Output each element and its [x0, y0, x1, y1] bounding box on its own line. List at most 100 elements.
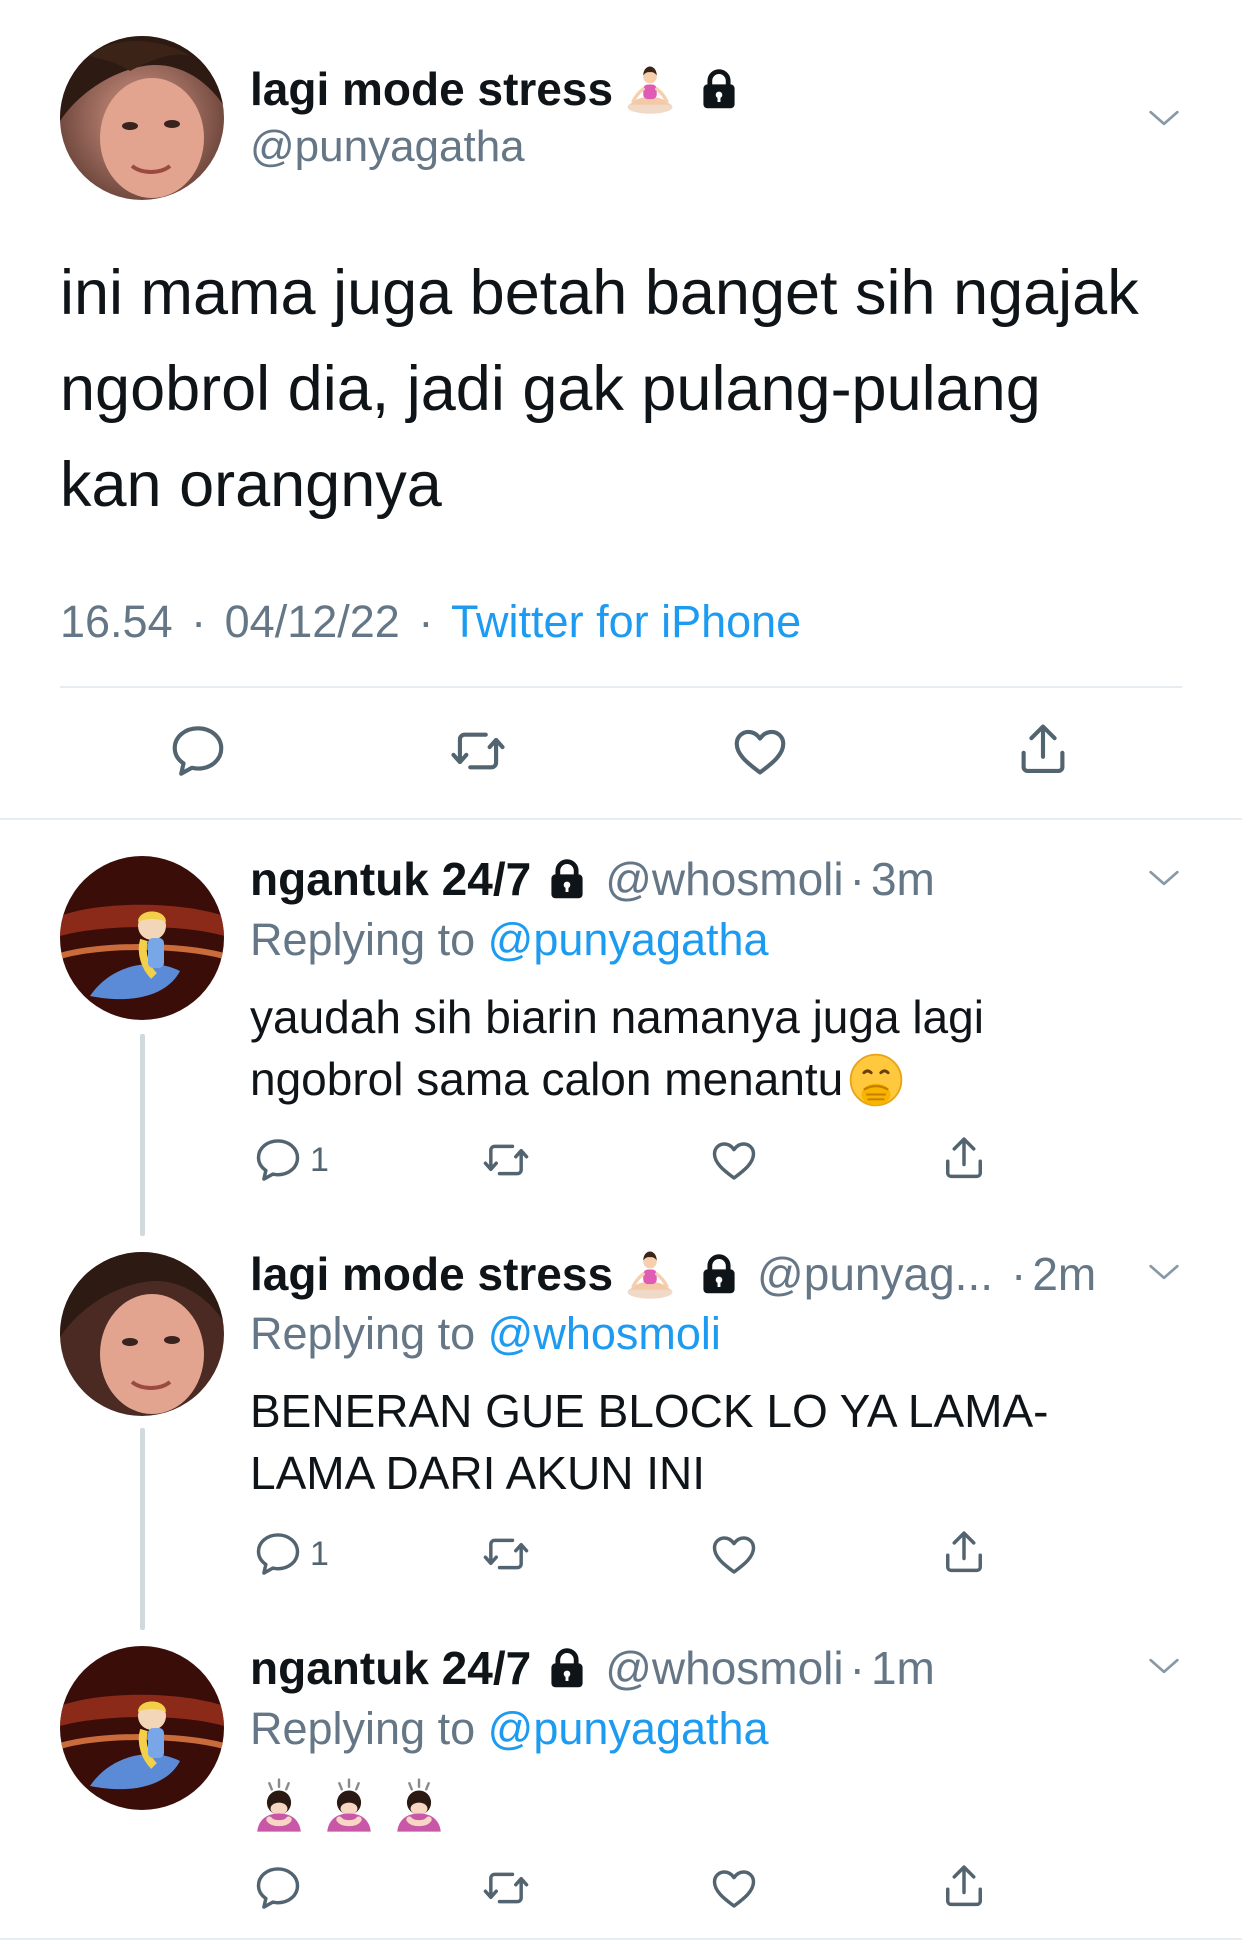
yoga-emoji	[623, 1247, 677, 1301]
replying-label: Replying to	[250, 914, 476, 965]
chevron-down-icon[interactable]	[1144, 858, 1184, 898]
retweet-button[interactable]	[478, 1862, 534, 1914]
lock-icon	[697, 67, 741, 111]
like-icon	[708, 1134, 760, 1186]
replying-to-link[interactable]: @punyagatha	[488, 1703, 769, 1754]
like-icon	[708, 1528, 760, 1580]
like-icon	[729, 720, 791, 782]
meta-separator: ·	[1011, 1248, 1027, 1300]
share-button[interactable]	[938, 1526, 990, 1578]
reply-text-line: ngobrol sama calon menantu	[250, 1048, 984, 1110]
reply-icon	[167, 720, 229, 782]
reply-handle[interactable]: @whosmoli	[605, 1641, 843, 1695]
reply-text-line: yaudah sih biarin namanya juga lagi	[250, 991, 984, 1043]
share-icon	[938, 1526, 990, 1578]
reply-count: 1	[310, 1140, 329, 1179]
retweet-icon	[478, 1528, 534, 1580]
author-name-row: lagi mode stress	[250, 62, 741, 116]
reply-button[interactable]	[252, 1862, 304, 1914]
reply-header: ngantuk 24/7 @whosmoli · 1m	[250, 1641, 935, 1695]
meta-separator: ·	[849, 853, 865, 905]
author-avatar[interactable]	[60, 36, 224, 200]
tweet-meta: 16.54 · 04/12/22 · Twitter for iPhone	[60, 596, 801, 648]
divider	[60, 686, 1182, 688]
share-icon	[1012, 718, 1074, 780]
lock-icon	[545, 857, 589, 901]
retweet-button[interactable]	[478, 1134, 534, 1186]
chevron-down-icon[interactable]	[1144, 1646, 1184, 1686]
reply-icon	[252, 1862, 304, 1914]
tweet-date: 04/12/22	[224, 596, 400, 647]
replying-to-link[interactable]: @whosmoli	[488, 1308, 721, 1359]
retweet-button[interactable]	[445, 720, 511, 782]
like-icon	[708, 1862, 760, 1914]
replying-to: Replying to @whosmoli	[250, 1308, 721, 1360]
reply-count: 1	[310, 1534, 329, 1573]
meta-separator: ·	[191, 596, 207, 647]
thread-line	[140, 1428, 145, 1630]
share-button[interactable]	[938, 1132, 990, 1184]
like-button[interactable]	[708, 1528, 760, 1580]
share-icon	[938, 1132, 990, 1184]
bowing-emoji	[320, 1776, 378, 1834]
reply-avatar[interactable]	[60, 856, 224, 1020]
reply-header: lagi mode stress @punyag... · 2m	[250, 1247, 1096, 1301]
reply-display-name[interactable]: ngantuk 24/7	[250, 852, 531, 906]
replying-to: Replying to @punyagatha	[250, 914, 769, 966]
bowing-emoji	[250, 1776, 308, 1834]
replying-label: Replying to	[250, 1308, 476, 1359]
tweet-text-line: ngobrol dia, jadi gak pulang-pulang	[60, 354, 1041, 424]
reply-header: ngantuk 24/7 @whosmoli · 3m	[250, 852, 935, 906]
like-button[interactable]	[708, 1134, 760, 1186]
reply-avatar[interactable]	[60, 1252, 224, 1416]
bowing-emoji	[390, 1776, 448, 1834]
reply-time: 1m	[870, 1642, 935, 1694]
shush-emoji	[847, 1051, 905, 1109]
share-button[interactable]	[1012, 718, 1074, 780]
reply-button[interactable]	[167, 720, 229, 782]
replying-label: Replying to	[250, 1703, 476, 1754]
lock-icon	[545, 1646, 589, 1690]
reply-handle[interactable]: @whosmoli	[605, 852, 843, 906]
reply-text	[250, 1776, 448, 1834]
reply-text-line: BENERAN GUE BLOCK LO YA LAMA-	[250, 1385, 1049, 1437]
author-handle[interactable]: @punyagatha	[250, 122, 525, 172]
tweet-text: ini mama juga betah banget sih ngajak ng…	[60, 245, 1139, 533]
tweet-text-line: ini mama juga betah banget sih ngajak	[60, 258, 1139, 328]
meta-separator: ·	[418, 596, 434, 647]
retweet-icon	[478, 1862, 534, 1914]
tweet-source-link[interactable]: Twitter for iPhone	[451, 596, 801, 647]
thread-line	[140, 1034, 145, 1236]
reply-text: BENERAN GUE BLOCK LO YA LAMA- LAMA DARI …	[250, 1380, 1048, 1504]
tweet-text-line: kan orangnya	[60, 450, 442, 520]
retweet-icon	[445, 720, 511, 782]
like-button[interactable]	[708, 1862, 760, 1914]
replying-to: Replying to @punyagatha	[250, 1703, 769, 1755]
yoga-emoji	[623, 62, 677, 116]
like-button[interactable]	[729, 720, 791, 782]
reply-button[interactable]: 1	[252, 1528, 329, 1580]
reply-handle[interactable]: @punyag...	[757, 1247, 993, 1301]
share-icon	[938, 1860, 990, 1912]
retweet-icon	[478, 1134, 534, 1186]
replying-to-link[interactable]: @punyagatha	[488, 914, 769, 965]
share-button[interactable]	[938, 1860, 990, 1912]
reply-text-line: LAMA DARI AKUN INI	[250, 1447, 706, 1499]
reply-icon	[252, 1134, 304, 1186]
meta-separator: ·	[849, 1642, 865, 1694]
chevron-down-icon[interactable]	[1144, 98, 1184, 138]
reply-display-name[interactable]: ngantuk 24/7	[250, 1641, 531, 1695]
lock-icon	[697, 1252, 741, 1296]
reply-button[interactable]: 1	[252, 1134, 329, 1186]
chevron-down-icon[interactable]	[1144, 1252, 1184, 1292]
section-divider	[0, 818, 1242, 820]
reply-time: 3m	[870, 853, 935, 905]
reply-time: 2m	[1032, 1248, 1097, 1300]
tweet-time: 16.54	[60, 596, 173, 647]
author-display-name[interactable]: lagi mode stress	[250, 62, 613, 116]
bottom-divider	[0, 1938, 1242, 1940]
reply-display-name[interactable]: lagi mode stress	[250, 1247, 613, 1301]
reply-avatar[interactable]	[60, 1646, 224, 1810]
reply-text: yaudah sih biarin namanya juga lagi ngob…	[250, 986, 984, 1110]
retweet-button[interactable]	[478, 1528, 534, 1580]
